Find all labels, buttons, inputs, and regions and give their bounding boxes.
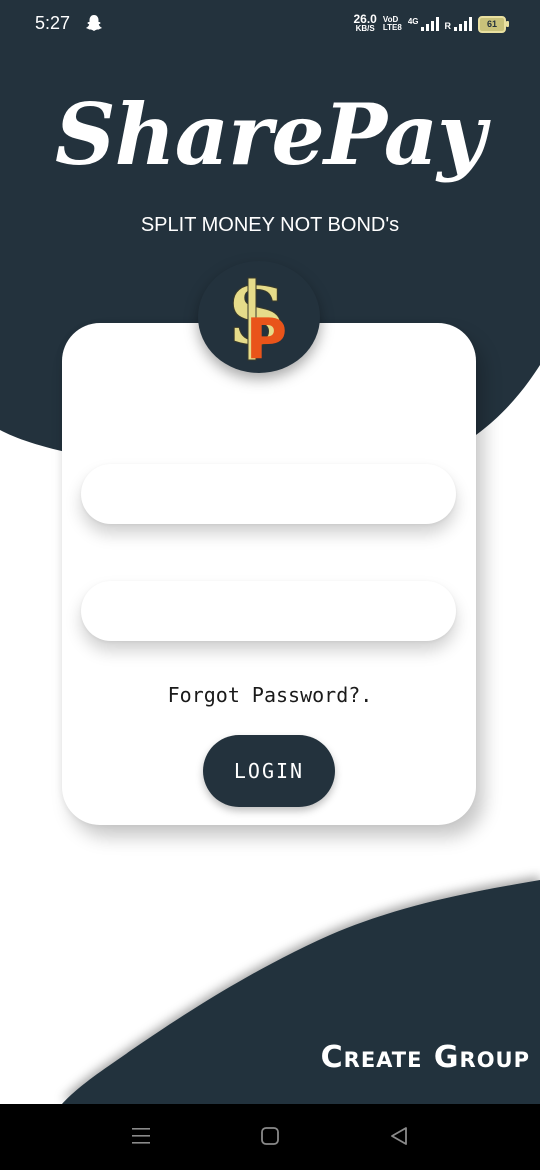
home-icon[interactable] [260,1126,280,1146]
battery-icon: 61 [478,15,509,33]
network-type: 4G [407,17,419,26]
signal-bars-icon [454,17,472,31]
snapchat-icon [86,15,102,31]
signal-1: 4G [408,17,439,31]
login-button[interactable]: LOGIN [203,735,335,807]
app-title: SharePay [54,85,486,184]
net-speed-value: 26.0 [353,12,377,26]
logo-graphic: S P [228,272,288,362]
signal-2: R [444,17,472,31]
status-bar: 5:27 26.0 KB/S VoD LTE8 4G R 61 [0,0,540,48]
app-tagline: SPLIT MONEY NOT BOND's [140,214,400,236]
username-input[interactable] [81,464,456,524]
signal-bars-icon [420,17,439,31]
svg-text:P: P [246,307,287,362]
battery-level: 61 [486,19,497,29]
volte-indicator: VoD LTE8 [383,16,402,32]
dollar-sign-logo-icon: S P [198,261,320,373]
network-speed: 26.0 KB/S [353,12,377,33]
roaming-indicator: R [444,21,452,31]
status-indicators: 26.0 KB/S VoD LTE8 4G R 61 [353,12,509,36]
navigation-bar [0,1104,540,1170]
status-time: 5:27 [35,13,71,33]
back-icon[interactable] [389,1126,409,1146]
volte-bottom: LTE8 [382,23,402,32]
password-input[interactable] [81,581,456,641]
create-group-button[interactable]: Create Group [321,1040,530,1075]
net-speed-unit: KB/S [355,24,375,33]
menu-icon[interactable] [131,1126,151,1146]
forgot-password-link[interactable]: Forgot Password?. [0,683,540,707]
